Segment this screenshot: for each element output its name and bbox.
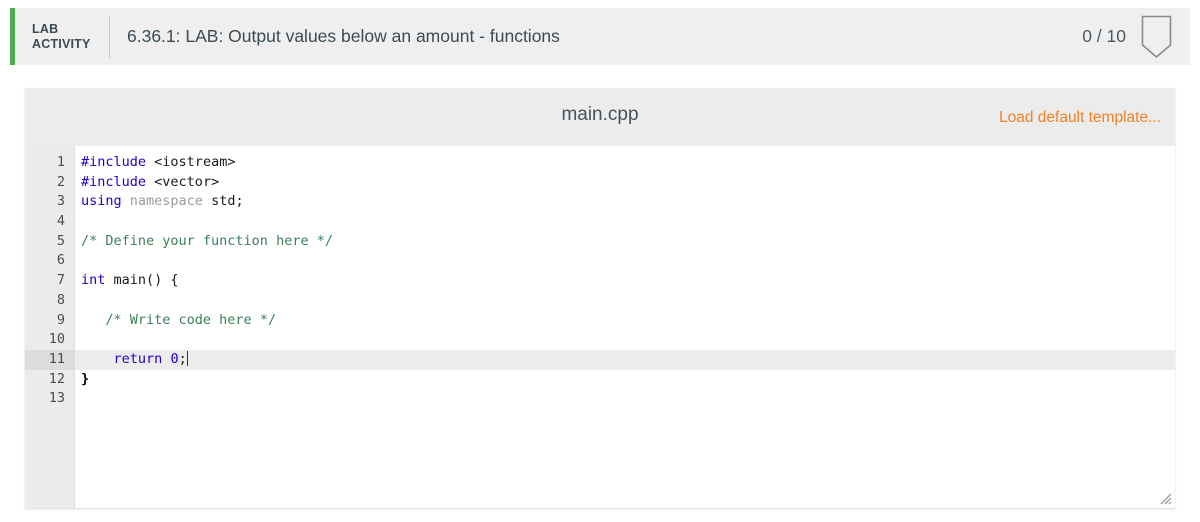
code-token: <iostream> [154,154,236,170]
lab-activity-label: LAB ACTIVITY [32,22,98,52]
code-line[interactable]: /* Write code here */ [75,311,1175,331]
code-text-area[interactable]: #include <iostream> #include <vector> usin… [75,146,1175,508]
load-default-template-link[interactable]: Load default template... [999,109,1161,127]
editor-body[interactable]: 1 2 3 4 5 6 7 8 9 10 11 12 13 #include <iostream> #in… [25,146,1175,508]
line-number: 7 [56,272,65,289]
code-token: main() { [105,272,179,289]
code-token: 0 [170,350,179,367]
line-number: 12 [48,370,65,387]
code-line[interactable]: using namespace std; [75,192,1175,212]
score-value: 0 / 10 [1082,26,1126,46]
line-number: 5 [56,232,65,249]
code-line[interactable] [75,212,1175,232]
line-number-gutter: 1 2 3 4 5 6 7 8 9 10 11 12 13 [25,146,75,508]
line-number: 4 [56,213,65,230]
line-number: 10 [48,331,65,348]
code-token: /* Define your function here */ [81,232,333,249]
score-area: 0 / 10 [1082,15,1172,59]
lab-activity-label-line2: ACTIVITY [32,36,91,51]
code-line[interactable]: #include <vector> [75,173,1175,193]
code-line[interactable]: int main() { [75,271,1175,291]
line-number: 6 [56,252,65,269]
code-token: ; [178,350,187,367]
code-line[interactable]: } [75,370,1175,390]
line-number: 2 [56,173,65,190]
code-line[interactable]: #include <iostream> [75,153,1175,173]
code-editor-card: main.cpp Load default template... 123456… [25,88,1175,508]
code-token: int [81,272,106,289]
code-line[interactable]: /* Define your function here */ [75,232,1175,252]
line-number: 1 [56,154,65,170]
line-number: 13 [48,390,65,407]
code-token: using [81,193,122,210]
code-token: return [113,350,163,367]
code-token: <vector> [154,173,220,190]
code-line[interactable] [75,291,1175,311]
code-token: namespace [129,193,203,210]
code-line[interactable]: return 0; [75,349,1175,370]
code-line[interactable] [75,330,1175,350]
editor-toolbar: main.cpp Load default template... [25,88,1175,146]
code-token: #include [81,154,147,170]
lab-activity-label-line1: LAB [32,21,59,36]
activity-accent-bar [10,8,15,65]
line-number: 3 [56,193,65,210]
line-number: 11 [25,349,74,370]
line-number: 9 [56,311,65,328]
text-caret [186,350,188,366]
activity-title: 6.36.1: LAB: Output values below an amou… [127,26,560,46]
code-line[interactable] [75,251,1175,271]
code-token: #include [81,173,147,190]
code-token: std; [202,193,244,210]
code-line[interactable] [75,389,1175,409]
shield-badge-icon [1141,15,1172,59]
line-number: 8 [56,291,65,308]
lab-activity-header: LAB ACTIVITY 6.36.1: LAB: Output values … [10,8,1190,65]
header-divider [109,15,110,58]
code-token: } [81,370,90,387]
resize-grip-icon[interactable] [1159,492,1172,505]
code-token: /* Write code here */ [105,311,277,328]
